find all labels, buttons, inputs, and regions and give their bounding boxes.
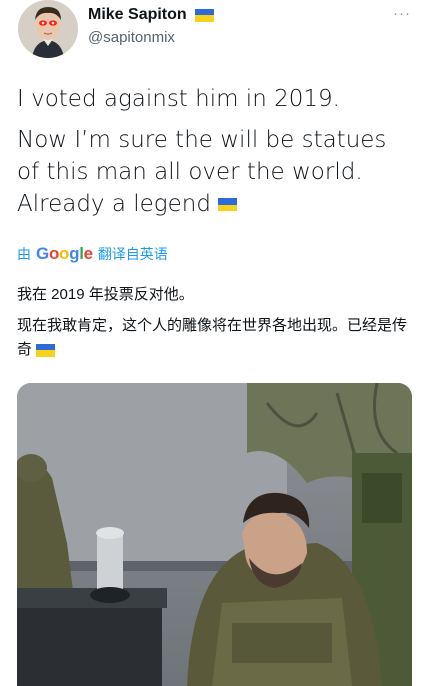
translated-by-google-link[interactable]: 由 Google 翻译自英语 <box>17 244 168 264</box>
google-logo-letter: o <box>59 244 70 263</box>
tweet-text-line2-content: Now I’m sure the will be statues of this… <box>17 127 387 217</box>
tweet-photo-image <box>17 383 412 686</box>
tweet-text-line2: Now I’m sure the will be statues of this… <box>17 124 412 220</box>
more-options-icon[interactable]: ··· <box>393 5 411 22</box>
google-logo-letter: G <box>36 244 49 263</box>
translated-text-line2-content: 现在我敢肯定，这个人的雕像将在世界各地出现。已经是传奇 <box>17 317 408 358</box>
ukraine-flag-icon <box>194 8 214 22</box>
author-handle[interactable]: @sapitonmix <box>88 29 175 46</box>
google-logo-letter: o <box>48 244 60 263</box>
tweet-photo[interactable] <box>17 383 412 686</box>
translated-text-line1: 我在 2019 年投票反对他。 <box>17 286 194 303</box>
ukraine-flag-icon <box>218 198 238 211</box>
google-logo-letter: e <box>83 244 93 263</box>
avatar-image <box>18 0 78 58</box>
google-logo-letter: g <box>69 244 80 263</box>
translate-suffix: 翻译自英语 <box>97 246 168 262</box>
ukraine-flag-icon <box>36 343 56 357</box>
tweet-text-line1: I voted against him in 2019. <box>17 86 340 112</box>
avatar[interactable] <box>18 0 78 58</box>
author-name-row: Mike Sapiton <box>88 6 214 24</box>
google-logo: Google <box>36 244 93 264</box>
translated-text-line2: 现在我敢肯定，这个人的雕像将在世界各地出现。已经是传奇 <box>17 314 417 362</box>
author-name[interactable]: Mike Sapiton <box>88 6 187 24</box>
translate-prefix: 由 <box>17 246 31 262</box>
